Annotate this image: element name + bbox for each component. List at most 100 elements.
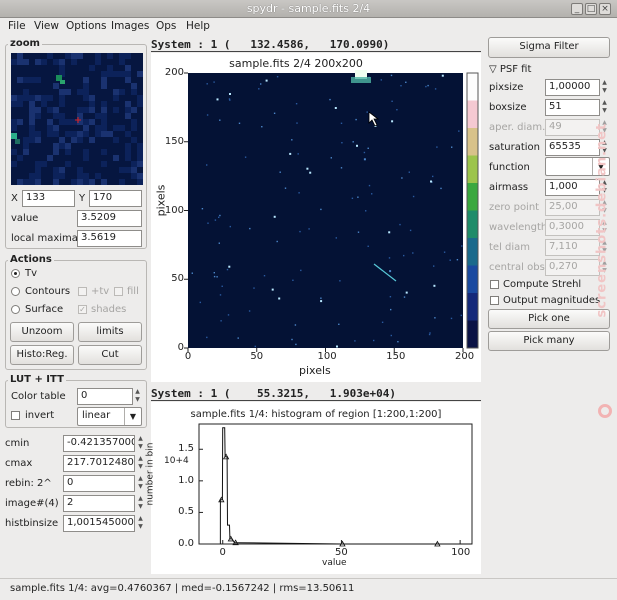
cmin-field[interactable]: -0.421357000( bbox=[63, 435, 135, 452]
histogram-ytick-label: 1.5 bbox=[178, 443, 194, 455]
tel-diam-label: tel diam bbox=[489, 242, 531, 253]
boxsize-label: boxsize bbox=[489, 102, 527, 113]
fill-checkbox[interactable] bbox=[114, 287, 123, 296]
histbinsize-field[interactable]: 1,0015450000 bbox=[63, 515, 135, 532]
value-field[interactable]: 3.5209 bbox=[77, 210, 142, 227]
menubar: File View Options Images Ops Help bbox=[0, 18, 617, 36]
image-ytick-label: 50 bbox=[171, 273, 184, 285]
pixsize-field[interactable]: 1,00000 bbox=[545, 79, 600, 96]
saturation-field[interactable]: 65535 bbox=[545, 139, 600, 156]
histogram-ytick-label: 1.0 bbox=[178, 474, 194, 486]
cut-button[interactable]: Cut bbox=[78, 345, 142, 365]
menu-help[interactable]: Help bbox=[186, 20, 210, 32]
image-xlabel: pixels bbox=[299, 364, 331, 377]
surface-radio[interactable] bbox=[11, 305, 20, 314]
maximize-icon[interactable]: □ bbox=[585, 3, 597, 15]
watermark-text: screenshots.debian.net bbox=[594, 122, 610, 318]
tv-label: Tv bbox=[25, 268, 38, 279]
menu-images[interactable]: Images bbox=[111, 20, 149, 32]
image-number-field[interactable]: 2 bbox=[63, 495, 135, 512]
cmin-label: cmin bbox=[5, 438, 30, 449]
tel-diam-field[interactable]: 7,110 bbox=[545, 239, 600, 256]
invert-label: invert bbox=[25, 410, 55, 421]
lut-title: LUT + ITT bbox=[8, 374, 66, 385]
rebin-label: rebin: 2^ bbox=[5, 478, 52, 489]
shades-checkbox[interactable]: ✓ bbox=[78, 305, 87, 314]
compute-strehl-checkbox[interactable] bbox=[490, 280, 499, 289]
histogram-ylabel: number in bin bbox=[145, 442, 156, 506]
output-magnitudes-checkbox[interactable] bbox=[490, 296, 499, 305]
menu-view[interactable]: View bbox=[34, 20, 59, 32]
zero-point-field[interactable]: 25,00 bbox=[545, 199, 600, 216]
minimize-icon[interactable]: _ bbox=[571, 3, 583, 15]
saturation-label: saturation bbox=[489, 142, 540, 153]
image-ytick-label: 100 bbox=[164, 204, 184, 216]
function-label: function bbox=[489, 162, 530, 173]
surface-label: Surface bbox=[25, 304, 64, 315]
image-canvas[interactable] bbox=[151, 53, 481, 382]
shades-label: shades bbox=[91, 304, 127, 315]
plus-tv-label: +tv bbox=[91, 286, 110, 297]
zoom-y-field[interactable]: 170 bbox=[89, 190, 142, 207]
wavelength-field[interactable]: 0,3000 bbox=[545, 219, 600, 236]
tv-radio[interactable] bbox=[11, 269, 20, 278]
histogram-xlabel: value bbox=[322, 558, 347, 568]
histogram-ytick-label: 0.5 bbox=[178, 506, 194, 518]
window-titlebar: spydr - sample.fits 2/4 _ □ × bbox=[0, 0, 617, 18]
cmax-field[interactable]: 217.70124800( bbox=[63, 455, 135, 472]
chevron-down-icon: ▼ bbox=[124, 408, 141, 425]
histogram-ytick-label: 0.0 bbox=[178, 538, 194, 549]
cmin-spinner[interactable]: ▲ ▼ bbox=[136, 435, 145, 452]
limits-button[interactable]: limits bbox=[78, 322, 142, 342]
pick-one-button[interactable]: Pick one bbox=[488, 309, 610, 329]
contours-radio[interactable] bbox=[11, 287, 20, 296]
status-bar: sample.fits 1/4: avg=0.4760367 | med=-0.… bbox=[0, 578, 617, 600]
central-obs-field[interactable]: 0,270 bbox=[545, 259, 600, 276]
rebin-spinner[interactable]: ▲ ▼ bbox=[136, 475, 145, 492]
plus-tv-checkbox[interactable] bbox=[78, 287, 87, 296]
contours-label: Contours bbox=[25, 286, 71, 297]
image-ytick-label: 0 bbox=[177, 342, 184, 353]
pick-many-button[interactable]: Pick many bbox=[488, 331, 610, 351]
menu-options[interactable]: Options bbox=[66, 20, 107, 32]
zoom-canvas[interactable] bbox=[11, 53, 143, 185]
image-number-spinner[interactable]: ▲ ▼ bbox=[136, 495, 145, 512]
image-xtick-label: 100 bbox=[317, 351, 337, 362]
invert-checkbox[interactable] bbox=[11, 411, 20, 420]
itt-select[interactable]: linear ▼ bbox=[77, 407, 142, 426]
local-maxima-label: local maxima bbox=[11, 233, 78, 244]
zero-point-label: zero point bbox=[489, 202, 540, 213]
local-maxima-field[interactable]: 3.5619 bbox=[77, 230, 142, 247]
histo-reg-button[interactable]: Histo:Reg. bbox=[10, 345, 74, 365]
histogram-canvas[interactable] bbox=[151, 402, 481, 574]
wavelength-label: wavelength bbox=[489, 222, 548, 233]
expander-arrow-icon: ▽ bbox=[489, 64, 500, 75]
fill-label: fill bbox=[127, 286, 139, 297]
pixsize-spinner[interactable]: ▲ ▼ bbox=[600, 79, 609, 96]
boxsize-field[interactable]: 51 bbox=[545, 99, 600, 116]
menu-ops[interactable]: Ops bbox=[156, 20, 176, 32]
boxsize-spinner[interactable]: ▲ ▼ bbox=[600, 99, 609, 116]
close-icon[interactable]: × bbox=[599, 3, 611, 15]
color-table-label: Color table bbox=[11, 391, 66, 402]
zoom-x-field[interactable]: 133 bbox=[22, 190, 75, 207]
histbinsize-label: histbinsize bbox=[5, 518, 59, 529]
image-ytick-label: 150 bbox=[164, 135, 184, 147]
airmass-field[interactable]: 1,000 bbox=[545, 179, 600, 196]
rebin-field[interactable]: 0 bbox=[63, 475, 135, 492]
cmax-spinner[interactable]: ▲ ▼ bbox=[136, 455, 145, 472]
airmass-label: airmass bbox=[489, 182, 529, 193]
unzoom-button[interactable]: Unzoom bbox=[10, 322, 74, 342]
sigma-filter-button[interactable]: Sigma Filter bbox=[488, 37, 610, 58]
status-text: sample.fits 1/4: avg=0.4760367 | med=-0.… bbox=[10, 583, 355, 594]
histbinsize-spinner[interactable]: ▲ ▼ bbox=[136, 515, 145, 532]
output-magnitudes-label: Output magnitudes bbox=[503, 295, 601, 306]
psf-fit-expander[interactable]: ▽ PSF fit bbox=[489, 64, 531, 75]
zoom-title: zoom bbox=[8, 38, 42, 49]
itt-value: linear bbox=[82, 410, 111, 421]
color-table-field[interactable]: 0 bbox=[77, 388, 133, 405]
window-title: spydr - sample.fits 2/4 bbox=[246, 2, 371, 15]
menu-file[interactable]: File bbox=[8, 20, 26, 32]
aper-diam-field[interactable]: 49 bbox=[545, 119, 600, 136]
color-table-spinner[interactable]: ▲ ▼ bbox=[133, 388, 142, 405]
